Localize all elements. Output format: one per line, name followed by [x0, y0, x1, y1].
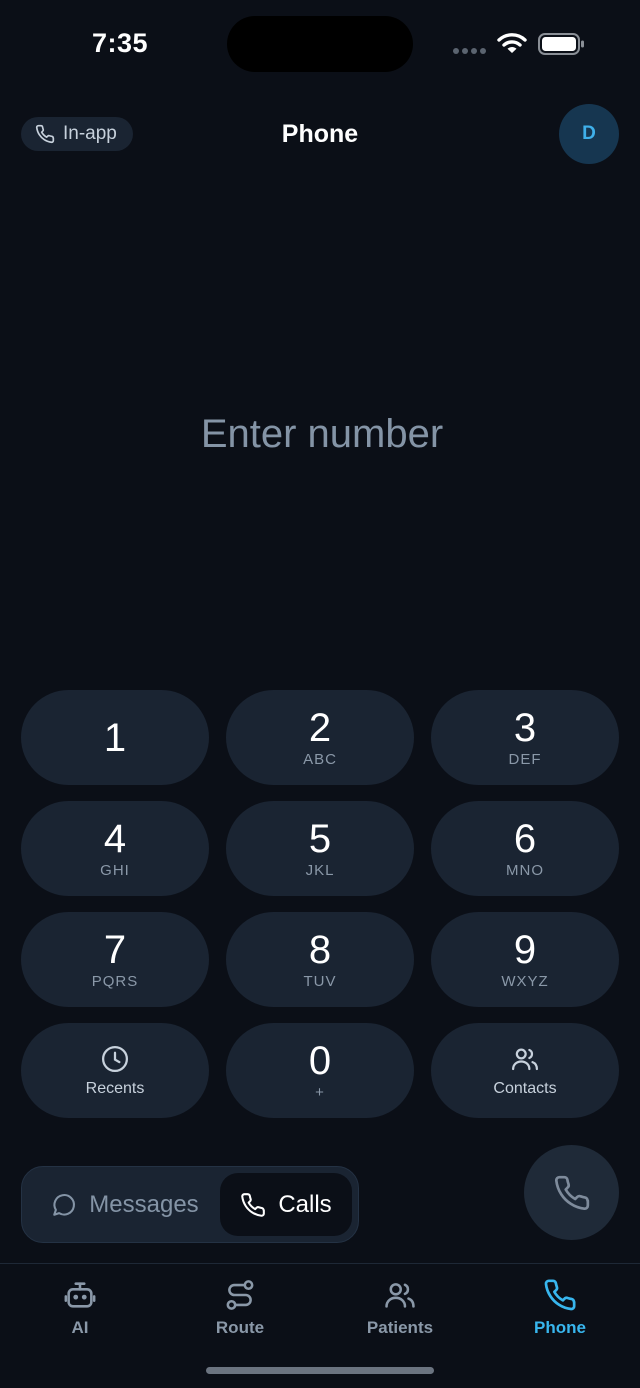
phone-icon: [544, 1279, 576, 1311]
key-5[interactable]: 5 JKL: [226, 801, 414, 896]
key-6[interactable]: 6 MNO: [431, 801, 619, 896]
users-icon: [385, 1283, 415, 1308]
route-icon: [226, 1280, 254, 1310]
key-digit: 4: [103, 817, 127, 861]
tab-patients[interactable]: Patients: [320, 1278, 480, 1338]
calls-label: Calls: [278, 1190, 332, 1218]
recents-button[interactable]: Recents: [21, 1023, 209, 1118]
robot-icon: [64, 1282, 96, 1308]
key-letters: GHI: [100, 862, 130, 879]
phone-icon: [241, 1192, 266, 1217]
key-digit: 1: [103, 715, 127, 760]
in-app-mode-chip[interactable]: In-app: [21, 117, 133, 151]
key-0[interactable]: 0 +: [226, 1023, 414, 1118]
dynamic-island: [227, 16, 413, 72]
key-digit: 0: [308, 1039, 332, 1083]
key-letters: DEF: [508, 751, 542, 768]
messages-label: Messages: [89, 1190, 199, 1218]
in-app-label: In-app: [63, 123, 117, 144]
phone-number-input[interactable]: [0, 400, 640, 468]
key-2[interactable]: 2 ABC: [226, 690, 414, 785]
clock-icon: [102, 1045, 128, 1072]
tab-phone[interactable]: Phone: [480, 1278, 640, 1338]
key-letters: TUV: [303, 973, 337, 990]
tab-ai[interactable]: AI: [0, 1278, 160, 1338]
mode-toggle: Messages Calls: [21, 1166, 359, 1243]
tab-phone-label: Phone: [534, 1318, 586, 1337]
phone-icon: [554, 1175, 589, 1210]
key-letters: PQRS: [91, 973, 139, 990]
key-1[interactable]: 1: [21, 690, 209, 785]
key-digit: 5: [308, 817, 332, 861]
calls-mode-button[interactable]: Calls: [220, 1173, 352, 1236]
key-digit: 2: [308, 706, 332, 750]
key-letters: +: [315, 1084, 325, 1101]
key-digit: 6: [513, 817, 537, 861]
key-8[interactable]: 8 TUV: [226, 912, 414, 1007]
key-digit: 9: [513, 928, 537, 972]
battery-icon: [538, 33, 584, 55]
home-indicator: [206, 1367, 434, 1374]
wifi-icon: [497, 33, 527, 53]
recents-label: Recents: [85, 1079, 145, 1097]
tab-route-label: Route: [215, 1318, 265, 1337]
status-time: 7:35: [92, 28, 149, 58]
phone-icon: [35, 124, 55, 144]
contacts-button[interactable]: Contacts: [431, 1023, 619, 1118]
contacts-icon: [512, 1048, 538, 1070]
avatar-initial: D: [582, 123, 596, 144]
tab-patients-label: Patients: [366, 1318, 434, 1337]
avatar[interactable]: D: [559, 104, 619, 164]
contacts-label: Contacts: [493, 1079, 557, 1097]
call-button[interactable]: [524, 1145, 619, 1240]
key-letters: JKL: [305, 862, 335, 879]
key-7[interactable]: 7 PQRS: [21, 912, 209, 1007]
key-digit: 3: [513, 706, 537, 750]
cellular-signal-icon: [453, 48, 486, 54]
message-bubble-icon: [53, 1193, 76, 1216]
key-letters: WXYZ: [501, 973, 549, 990]
key-4[interactable]: 4 GHI: [21, 801, 209, 896]
messages-mode-button[interactable]: Messages: [30, 1173, 220, 1236]
key-3[interactable]: 3 DEF: [431, 690, 619, 785]
dial-keypad: 1 2 ABC 3 DEF 4 GHI 5 JKL 6 MNO 7 PQRS 8…: [21, 690, 619, 1118]
tab-ai-label: AI: [71, 1318, 89, 1337]
key-letters: ABC: [303, 751, 337, 768]
key-9[interactable]: 9 WXYZ: [431, 912, 619, 1007]
key-digit: 8: [308, 928, 332, 972]
tab-route[interactable]: Route: [160, 1278, 320, 1338]
key-letters: MNO: [506, 862, 544, 879]
key-digit: 7: [103, 928, 127, 972]
